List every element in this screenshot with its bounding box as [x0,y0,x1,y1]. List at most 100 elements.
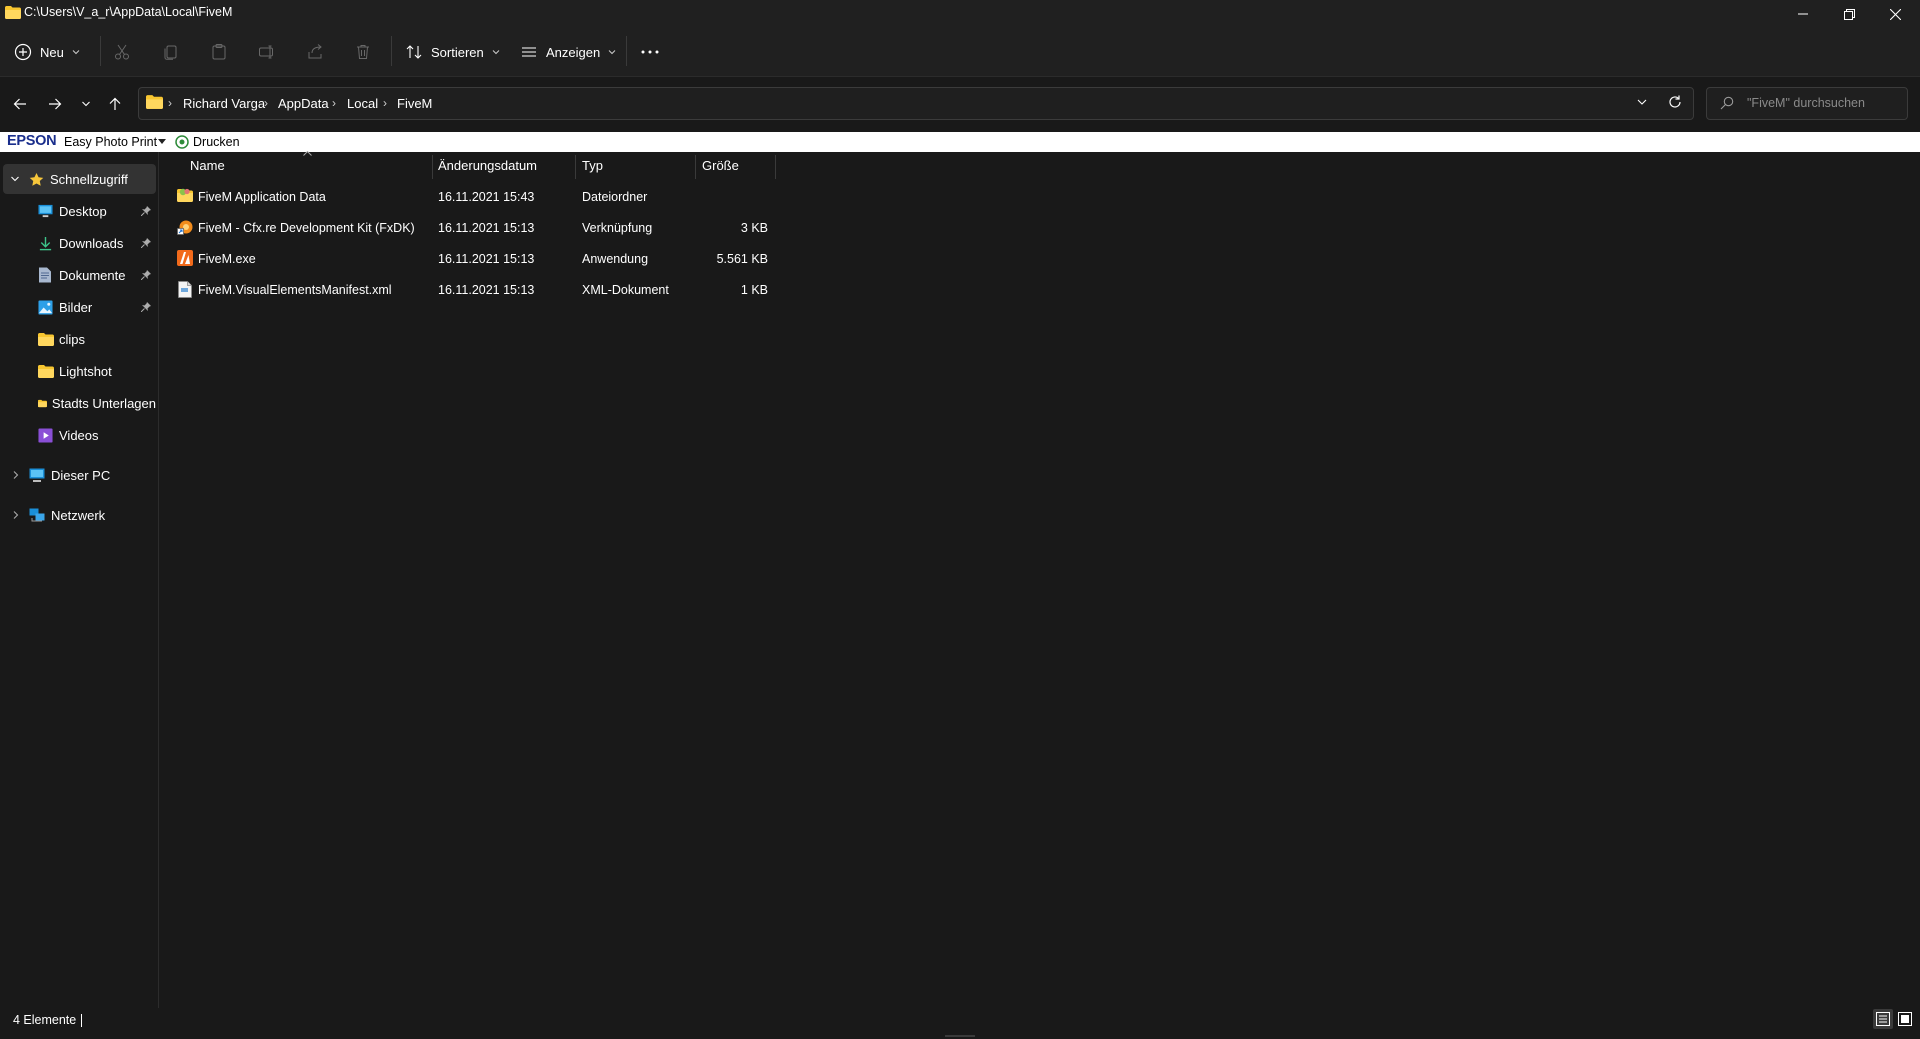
easy-photo-print-button[interactable]: Easy Photo Print [64,135,157,149]
arrow-left-icon [13,98,26,110]
paste-button[interactable] [210,34,228,70]
breadcrumb-item[interactable]: FiveM [397,96,432,111]
sidebar-item-lightshot[interactable]: Lightshot [38,356,156,386]
sort-icon [406,45,422,59]
search-icon [1720,96,1734,110]
sidebar-item-label: Desktop [59,203,107,219]
sidebar-item-label: Videos [59,427,99,443]
chevron-down-icon [492,50,500,55]
file-type: Dateiordner [582,190,648,204]
chevron-down-icon [11,176,19,182]
pin-icon [141,302,151,312]
breadcrumb-separator: › [383,96,387,110]
folder-icon [38,399,47,407]
details-view-icon [1876,1012,1890,1026]
xml-file-icon [178,281,192,298]
column-divider[interactable] [695,155,696,179]
tiles-view-button[interactable] [1895,1009,1915,1029]
sidebar-item-stadts-unterlagen[interactable]: Stadts Unterlagen [38,388,156,418]
sort-button-label: Sortieren [431,44,484,60]
print-icon [175,135,189,149]
folder-icon [146,95,163,109]
sidebar-item-videos[interactable]: Videos [38,420,156,450]
file-type: Verknüpfung [582,221,653,235]
sidebar-item-desktop[interactable]: Desktop [38,196,156,226]
rename-button[interactable] [258,34,276,70]
pictures-icon [38,299,53,315]
arrow-up-icon [109,97,121,110]
file-name[interactable]: FiveM Application Data [198,190,326,204]
sidebar-item-this-pc[interactable]: Dieser PC [3,460,156,490]
sidebar-item-label: Downloads [59,235,124,251]
file-size: 1 KB [740,283,768,297]
refresh-button[interactable] [1667,94,1683,110]
details-view-button[interactable] [1873,1009,1893,1029]
command-bar [0,28,1920,76]
forward-button[interactable] [41,90,69,118]
chevron-down-icon [1637,99,1647,105]
sidebar-item-downloads[interactable]: Downloads [38,228,156,258]
epson-dropdown-icon[interactable] [158,139,166,144]
minimize-button[interactable] [1780,0,1826,28]
file-date: 16.11.2021 15:43 [438,190,535,204]
column-header-name[interactable]: Name [190,155,225,179]
plus-circle-icon [14,43,32,61]
sidebar-item-label: Netzwerk [51,507,106,523]
file-name[interactable]: FiveM.VisualElementsManifest.xml [198,283,392,297]
column-header-size[interactable]: Größe [702,155,739,179]
column-header-type[interactable]: Typ [582,155,603,179]
sidebar-item-quick-access[interactable]: Schnellzugriff [3,164,156,194]
fivem-folder-icon [177,188,194,203]
column-divider[interactable] [575,155,576,179]
sidebar-item-pictures[interactable]: Bilder [38,292,156,322]
folder-icon [5,6,21,19]
network-icon [29,508,45,521]
column-divider[interactable] [432,155,433,179]
more-options-button[interactable] [640,34,660,70]
document-icon [39,267,51,283]
copy-button[interactable] [162,34,180,70]
share-icon [308,44,322,59]
sidebar-item-label: Dieser PC [51,467,111,483]
pin-icon [141,270,151,280]
breadcrumb-item[interactable]: Local [347,96,378,111]
sidebar-item-documents[interactable]: Dokumente [38,260,156,290]
arrow-right-icon [49,98,62,110]
file-size: 5.561 KB [716,252,768,266]
file-type: XML-Dokument [582,283,669,297]
clipboard-icon [212,44,226,60]
sidebar-item-label: Lightshot [59,363,112,379]
back-button[interactable] [6,90,34,118]
up-button[interactable] [101,90,129,118]
sidebar-item-clips[interactable]: clips [38,324,156,354]
file-name[interactable]: FiveM.exe [198,252,256,266]
close-button[interactable] [1872,0,1918,28]
download-icon [39,236,52,250]
column-header-date[interactable]: Änderungsdatum [438,155,537,179]
breadcrumb-item[interactable]: AppData [278,96,329,111]
folder-icon [38,332,54,346]
tiles-view-icon [1898,1012,1912,1026]
print-button[interactable]: Drucken [193,135,240,149]
file-name[interactable]: FiveM - Cfx.re Development Kit (FxDK) [198,221,415,235]
desktop-icon [38,204,53,218]
sort-button[interactable]: Sortieren [405,34,500,70]
column-divider[interactable] [775,155,776,179]
view-button[interactable]: Anzeigen [520,34,616,70]
resize-grip[interactable] [945,1035,975,1037]
sidebar-item-label: Schnellzugriff [50,171,128,187]
sidebar-item-network[interactable]: Netzwerk [3,500,156,530]
shortcut-icon [177,219,194,235]
file-date: 16.11.2021 15:13 [438,221,535,235]
share-button[interactable] [306,34,324,70]
new-button[interactable]: Neu [14,34,80,70]
cut-button[interactable] [113,34,131,70]
maximize-button[interactable] [1826,0,1872,28]
breadcrumb-item[interactable]: Richard Varga [183,96,265,111]
address-history-button[interactable] [1636,96,1648,108]
recent-locations-button[interactable] [72,90,100,118]
epson-toolbar [0,132,1920,152]
delete-button[interactable] [354,34,372,70]
trash-icon [357,45,369,59]
window-title: C:\Users\V_a_r\AppData\Local\FiveM [24,5,233,19]
